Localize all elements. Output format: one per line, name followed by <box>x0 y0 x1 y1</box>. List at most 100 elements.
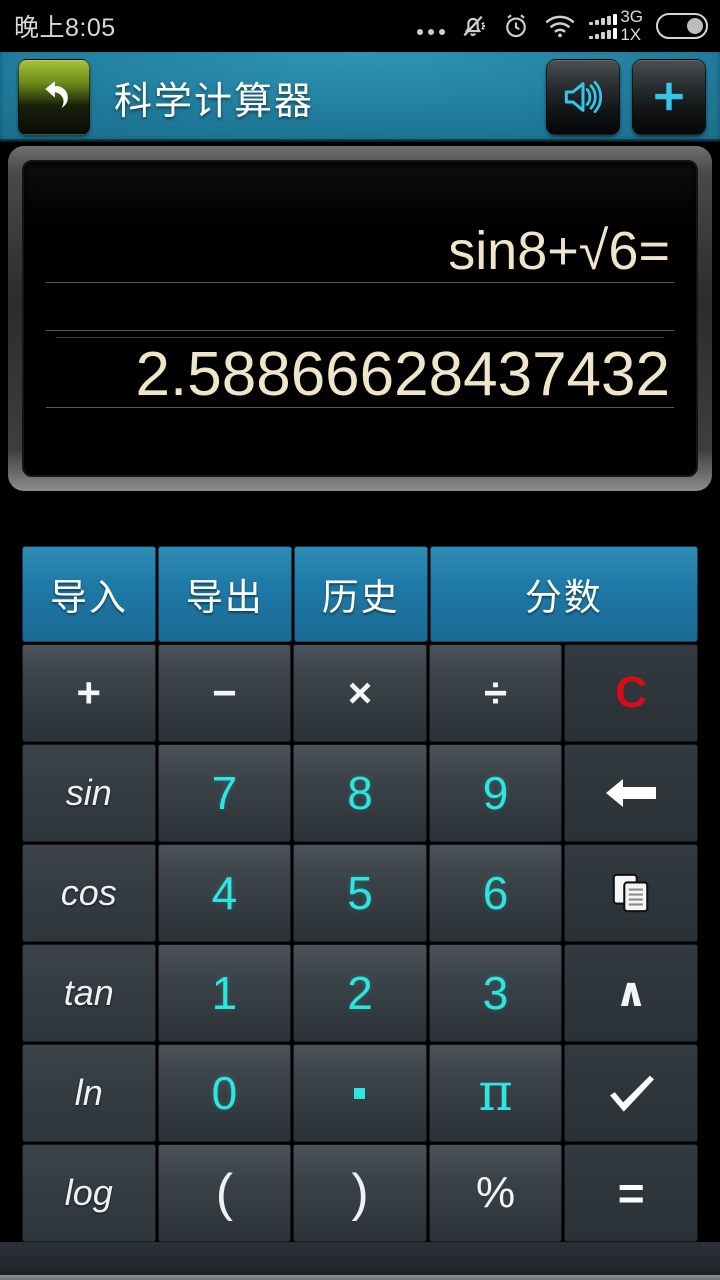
display-bezel: sin8+√6= 2.58866628437432 <box>8 146 712 491</box>
digit-3-key[interactable]: 3 <box>428 944 563 1042</box>
digit-4-key[interactable]: 4 <box>157 844 292 942</box>
calculator-app-screen: 晚上8:05 3G 1X 科学计算器 sin8+√6= 2.5886662843… <box>0 0 720 1280</box>
backspace-key[interactable] <box>564 744 698 842</box>
digit-1-label: 1 <box>211 967 238 1019</box>
digit-2-key[interactable]: 2 <box>293 944 427 1042</box>
ln-label: ln <box>74 1072 103 1113</box>
back-button[interactable] <box>18 59 90 135</box>
cos-label: cos <box>60 872 117 913</box>
back-arrow-icon <box>45 81 68 108</box>
digit-7-label: 7 <box>211 767 238 819</box>
digit-1-key[interactable]: 1 <box>157 944 292 1042</box>
equals-key[interactable]: = <box>564 1144 698 1242</box>
ln-key[interactable]: ln <box>22 1044 156 1142</box>
display-rule-2 <box>46 330 674 331</box>
keypad-row-123: tan 1 2 3 ∧ <box>22 944 698 1042</box>
minus-label: − <box>212 669 237 716</box>
divide-key[interactable]: ÷ <box>428 644 563 742</box>
digit-5-label: 5 <box>347 867 373 919</box>
history-label: 历史 <box>321 577 400 618</box>
signal-bars-icon: 3G 1X <box>589 8 643 44</box>
decimal-point-icon <box>354 1087 366 1099</box>
digit-5-key[interactable]: 5 <box>293 844 427 942</box>
open-paren-key[interactable]: ( <box>157 1144 292 1242</box>
plus-label: + <box>76 669 102 716</box>
add-button[interactable] <box>632 59 706 135</box>
expression-text: sin8+√6= <box>448 221 670 281</box>
minus-key[interactable]: − <box>157 644 292 742</box>
digit-9-key[interactable]: 9 <box>428 744 563 842</box>
digit-0-label: 0 <box>211 1067 238 1119</box>
keypad-row-789: sin 7 8 9 <box>22 744 698 842</box>
clear-key[interactable]: C <box>564 644 698 742</box>
app-title-bar: 科学计算器 <box>0 52 720 142</box>
log-label: log <box>64 1172 113 1213</box>
more-dots-icon <box>417 13 446 39</box>
battery-icon <box>656 13 708 39</box>
multiply-label: × <box>347 669 373 716</box>
percent-key[interactable]: % <box>428 1144 563 1242</box>
wifi-icon <box>544 13 576 39</box>
display-rule-3 <box>56 337 664 338</box>
clear-label: C <box>615 668 648 717</box>
result-text: 2.58866628437432 <box>135 340 670 409</box>
pi-label: π <box>478 1063 513 1123</box>
title-bar-actions <box>546 59 720 135</box>
equals-label: = <box>617 1167 645 1219</box>
calculator-display[interactable]: sin8+√6= 2.58866628437432 <box>22 160 698 477</box>
alarm-clock-icon <box>501 11 531 41</box>
bottom-bar <box>0 1242 720 1280</box>
fraction-button[interactable]: 分数 <box>429 546 698 642</box>
function-row: 导入 导出 历史 分数 <box>22 546 698 642</box>
digit-9-label: 9 <box>482 767 509 819</box>
export-label: 导出 <box>185 577 264 618</box>
tan-label: tan <box>63 972 114 1013</box>
status-bar: 晚上8:05 3G 1X <box>0 0 720 52</box>
digit-2-label: 2 <box>347 967 373 1019</box>
export-button[interactable]: 导出 <box>157 546 292 642</box>
open-paren-label: ( <box>215 1164 234 1222</box>
status-bar-icons: 3G 1X <box>417 8 720 44</box>
power-key[interactable]: ∧ <box>564 944 698 1042</box>
close-paren-label: ) <box>351 1164 369 1222</box>
divide-label: ÷ <box>484 669 508 716</box>
decimal-key[interactable] <box>293 1044 427 1142</box>
keypad-row-parens: log ( ) % = <box>22 1144 698 1242</box>
display-rule-1 <box>46 282 674 283</box>
network-type-secondary: 1X <box>620 25 642 44</box>
sin-key[interactable]: sin <box>22 744 156 842</box>
speaker-icon <box>564 80 603 114</box>
import-label: 导入 <box>49 577 128 618</box>
digit-7-key[interactable]: 7 <box>157 744 292 842</box>
digit-0-key[interactable]: 0 <box>157 1044 292 1142</box>
sound-button[interactable] <box>546 59 620 135</box>
copy-key[interactable] <box>564 844 698 942</box>
check-sqrt-icon <box>610 1075 655 1112</box>
pi-key[interactable]: π <box>428 1044 563 1142</box>
digit-8-key[interactable]: 8 <box>293 744 427 842</box>
digit-8-label: 8 <box>347 767 373 819</box>
cos-key[interactable]: cos <box>22 844 156 942</box>
close-paren-key[interactable]: ) <box>293 1144 427 1242</box>
page-title: 科学计算器 <box>114 80 315 123</box>
import-button[interactable]: 导入 <box>22 546 156 642</box>
digit-4-label: 4 <box>211 867 238 919</box>
sqrt-key[interactable] <box>564 1044 698 1142</box>
copy-icon <box>612 873 649 913</box>
plus-icon <box>655 82 683 111</box>
history-button[interactable]: 历史 <box>293 546 428 642</box>
power-label: ∧ <box>614 971 648 1015</box>
keypad-row-0-dot-pi: ln 0 π <box>22 1044 698 1142</box>
digit-6-key[interactable]: 6 <box>428 844 563 942</box>
digit-6-label: 6 <box>482 867 509 919</box>
percent-label: % <box>476 1168 516 1217</box>
log-key[interactable]: log <box>22 1144 156 1242</box>
sin-label: sin <box>65 772 112 813</box>
keypad: 导入 导出 历史 分数 + − × ÷ C sin 7 8 9 cos 4 5 … <box>22 546 698 1242</box>
status-bar-clock: 晚上8:05 <box>14 14 116 42</box>
multiply-key[interactable]: × <box>293 644 427 742</box>
keypad-row-456: cos 4 5 6 <box>22 844 698 942</box>
network-type-primary: 3G <box>620 7 643 27</box>
tan-key[interactable]: tan <box>22 944 156 1042</box>
plus-key[interactable]: + <box>22 644 156 742</box>
